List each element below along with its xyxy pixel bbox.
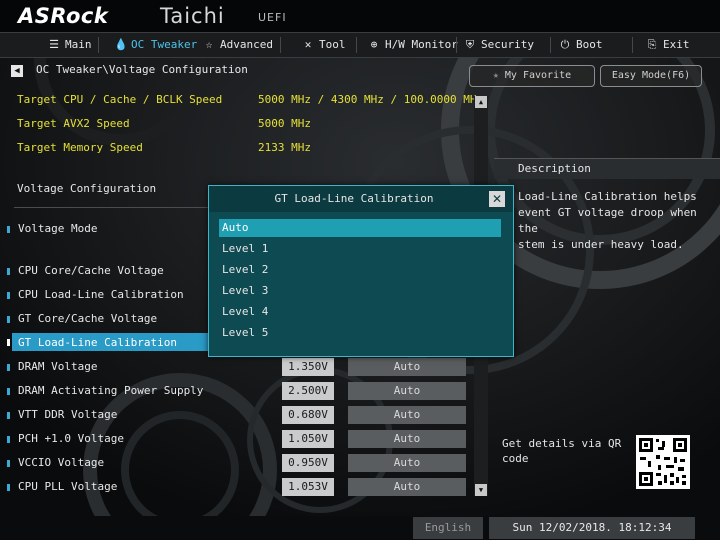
popup-option-auto[interactable]: Auto bbox=[219, 219, 501, 237]
list-icon: ☰ bbox=[49, 38, 59, 51]
row-marker bbox=[7, 412, 10, 419]
tab-hw-monitor[interactable]: ⊕ H/W Monitor bbox=[368, 33, 458, 57]
popup-option-level-3[interactable]: Level 3 bbox=[219, 282, 501, 300]
model-name: Taichi bbox=[160, 4, 225, 28]
pch-voltage-value: 1.050V bbox=[282, 430, 334, 448]
pch-voltage-select[interactable]: Auto bbox=[348, 430, 466, 448]
power-icon: ⏻ bbox=[560, 38, 570, 51]
dram-activating-select[interactable]: Auto bbox=[348, 382, 466, 400]
star-icon: ☆ bbox=[205, 38, 213, 51]
row-marker bbox=[7, 436, 10, 443]
breadcrumb: OC Tweaker\Voltage Configuration bbox=[36, 63, 248, 76]
close-icon[interactable]: ✕ bbox=[489, 191, 505, 207]
row-marker bbox=[7, 226, 10, 233]
qr-caption: Get details via QR code bbox=[502, 437, 622, 465]
setting-gt-core-cache-voltage[interactable]: GT Core/Cache Voltage bbox=[18, 312, 157, 325]
target-cpu-value: 5000 MHz / 4300 MHz / 100.0000 MHz bbox=[258, 93, 484, 106]
dram-voltage-value: 1.350V bbox=[282, 358, 334, 376]
exit-icon: ⎘ bbox=[647, 38, 657, 51]
star-icon: ★ bbox=[492, 70, 505, 81]
row-marker bbox=[7, 484, 10, 491]
tab-label: Boot bbox=[576, 38, 603, 51]
target-avx2-label: Target AVX2 Speed bbox=[17, 117, 130, 130]
setting-voltage-mode[interactable]: Voltage Mode bbox=[18, 222, 97, 235]
setting-dram-activating-power[interactable]: DRAM Activating Power Supply bbox=[18, 384, 203, 397]
description-title: Description bbox=[518, 162, 591, 175]
target-memory-value: 2133 MHz bbox=[258, 141, 311, 154]
description-text: Load-Line Calibration helps event GT vol… bbox=[518, 190, 697, 251]
tab-exit[interactable]: ⎘ Exit bbox=[646, 33, 690, 57]
popup-option-level-4[interactable]: Level 4 bbox=[219, 303, 501, 321]
description-panel: Description Load-Line Calibration helps … bbox=[494, 158, 720, 268]
popup-header: GT Load-Line Calibration ✕ bbox=[209, 186, 513, 212]
setting-vtt-ddr-voltage[interactable]: VTT DDR Voltage bbox=[18, 408, 117, 421]
tab-oc-tweaker[interactable]: 💧 OC Tweaker bbox=[114, 33, 197, 57]
top-menu: ☰ Main 💧 OC Tweaker ☆ Advanced ✕ Tool ⊕ … bbox=[0, 32, 720, 58]
row-marker bbox=[7, 364, 10, 371]
scroll-up-icon[interactable]: ▲ bbox=[475, 96, 487, 108]
firmware-label: UEFI bbox=[258, 11, 287, 24]
vtt-ddr-select[interactable]: Auto bbox=[348, 406, 466, 424]
dram-activating-value: 2.500V bbox=[282, 382, 334, 400]
tools-icon: ✕ bbox=[304, 38, 312, 51]
cpu-pll-select[interactable]: Auto bbox=[348, 478, 466, 496]
setting-gt-llc[interactable]: GT Load-Line Calibration bbox=[18, 336, 177, 349]
tab-main[interactable]: ☰ Main bbox=[48, 33, 92, 57]
tab-label: H/W Monitor bbox=[385, 38, 458, 51]
gt-llc-popup: GT Load-Line Calibration ✕ Auto Level 1 … bbox=[208, 185, 514, 357]
vccio-voltage-select[interactable]: Auto bbox=[348, 454, 466, 472]
vccio-voltage-value: 0.950V bbox=[282, 454, 334, 472]
popup-option-level-1[interactable]: Level 1 bbox=[219, 240, 501, 258]
row-marker bbox=[7, 268, 10, 275]
target-avx2-value: 5000 MHz bbox=[258, 117, 311, 130]
target-memory-label: Target Memory Speed bbox=[17, 141, 143, 154]
setting-dram-voltage[interactable]: DRAM Voltage bbox=[18, 360, 97, 373]
flame-icon: 💧 bbox=[114, 38, 128, 51]
tab-security[interactable]: ⛨ Security bbox=[464, 33, 534, 57]
tab-boot[interactable]: ⏻ Boot bbox=[559, 33, 603, 57]
my-favorite-button[interactable]: ★ My Favorite bbox=[469, 65, 595, 87]
row-marker bbox=[7, 292, 10, 299]
dram-voltage-select[interactable]: Auto bbox=[348, 358, 466, 376]
setting-pch-voltage[interactable]: PCH +1.0 Voltage bbox=[18, 432, 124, 445]
tab-advanced[interactable]: ☆ Advanced bbox=[203, 33, 273, 57]
cpu-pll-value: 1.053V bbox=[282, 478, 334, 496]
tab-label: Tool bbox=[319, 38, 346, 51]
setting-cpu-llc[interactable]: CPU Load-Line Calibration bbox=[18, 288, 184, 301]
tab-label: Advanced bbox=[220, 38, 273, 51]
tab-label: Exit bbox=[663, 38, 690, 51]
tab-tool[interactable]: ✕ Tool bbox=[302, 33, 346, 57]
qr-code-icon bbox=[636, 435, 690, 489]
row-marker bbox=[7, 460, 10, 467]
row-marker bbox=[7, 316, 10, 323]
tab-label: Security bbox=[481, 38, 534, 51]
brand-logo: ASRock bbox=[18, 4, 109, 28]
setting-cpu-pll-voltage[interactable]: CPU PLL Voltage bbox=[18, 480, 117, 493]
language-button[interactable]: English bbox=[413, 517, 483, 539]
back-arrow-icon[interactable]: ◀ bbox=[11, 65, 23, 77]
popup-option-level-2[interactable]: Level 2 bbox=[219, 261, 501, 279]
setting-cpu-core-cache-voltage[interactable]: CPU Core/Cache Voltage bbox=[18, 264, 164, 277]
popup-title: GT Load-Line Calibration bbox=[274, 192, 434, 205]
tab-label: Main bbox=[65, 38, 92, 51]
vtt-ddr-value: 0.680V bbox=[282, 406, 334, 424]
tab-label: OC Tweaker bbox=[131, 38, 198, 51]
date-time: Sun 12/02/2018. 18:12:34 bbox=[489, 517, 695, 539]
monitor-icon: ⊕ bbox=[370, 38, 378, 51]
row-marker bbox=[7, 388, 10, 395]
target-cpu-label: Target CPU / Cache / BCLK Speed bbox=[17, 93, 223, 106]
shield-icon: ⛨ bbox=[465, 38, 475, 51]
row-marker bbox=[7, 339, 10, 346]
popup-option-level-5[interactable]: Level 5 bbox=[219, 324, 501, 342]
title-bar: ASRock Taichi UEFI bbox=[0, 0, 720, 32]
easy-mode-button[interactable]: Easy Mode(F6) bbox=[600, 65, 702, 87]
section-title: Voltage Configuration bbox=[17, 182, 157, 195]
scroll-down-icon[interactable]: ▼ bbox=[475, 484, 487, 496]
description-header: Description bbox=[494, 158, 720, 179]
setting-vccio-voltage[interactable]: VCCIO Voltage bbox=[18, 456, 104, 469]
